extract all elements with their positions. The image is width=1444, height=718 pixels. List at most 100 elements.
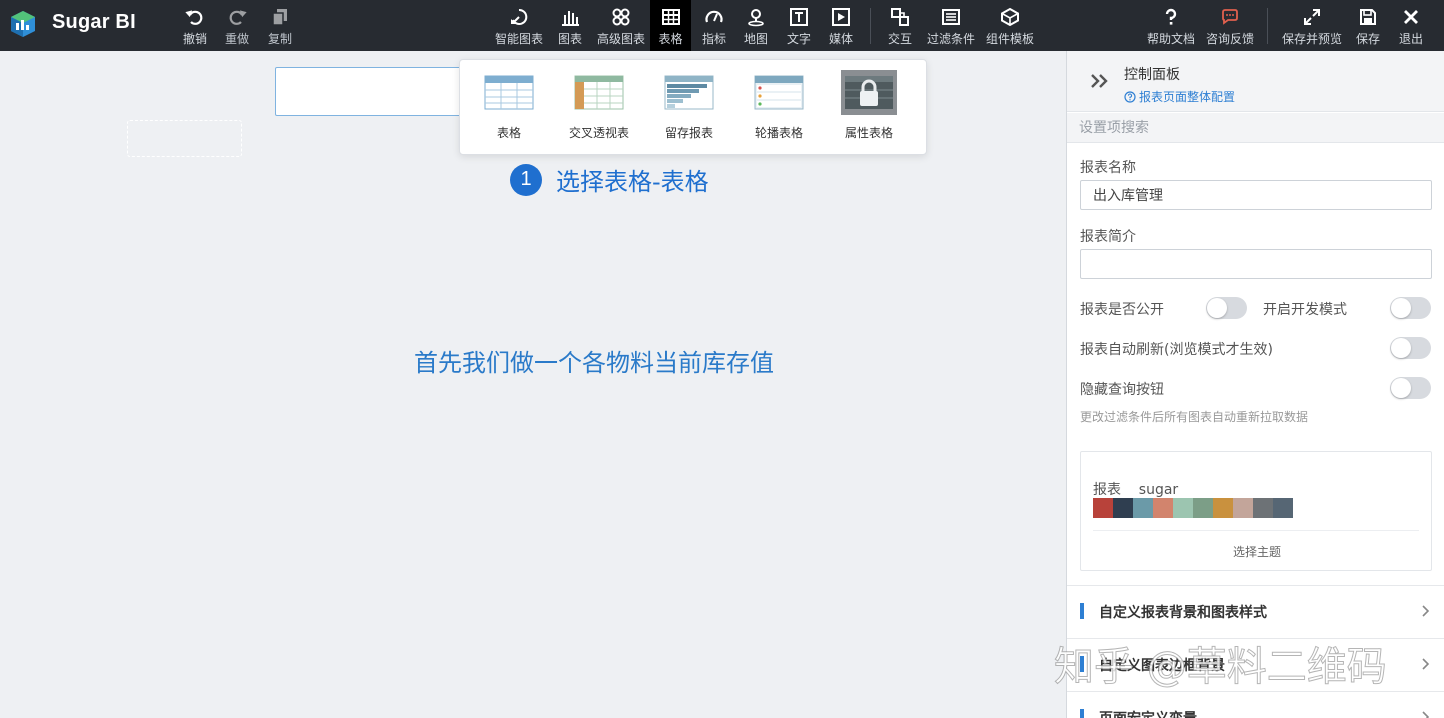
save-preview-label: 保存并预览: [1281, 32, 1342, 46]
settings-search-row: [1067, 113, 1444, 143]
advanced-chart-icon: [612, 8, 630, 26]
feedback-label: 咨询反馈: [1205, 32, 1254, 46]
section-accent-bar: [1080, 656, 1084, 672]
table-type-menu: 表格 交叉透视表 留存报表 轮播表格 属性表格: [459, 59, 927, 155]
pivot-table-thumbnail-icon: [574, 75, 624, 110]
report-name-input[interactable]: [1080, 180, 1432, 210]
filter-button[interactable]: 过滤条件: [926, 0, 976, 51]
locked-attribute-table-icon: [841, 70, 897, 115]
indicator-label: 指标: [701, 32, 726, 46]
section-title: 自定义报表背景和图表样式: [1099, 605, 1267, 621]
table-icon: [661, 9, 680, 25]
section-title: 自定义图表边框背景: [1099, 658, 1225, 674]
carousel-table-thumbnail-icon: [754, 75, 804, 110]
report-desc-input[interactable]: [1080, 249, 1432, 279]
table-button[interactable]: 表格: [650, 0, 691, 51]
theme-color-swatch: [1233, 498, 1253, 518]
settings-search-input[interactable]: [1079, 117, 1419, 139]
section-macro-variables[interactable]: 页面宏定义变量: [1067, 691, 1444, 718]
chevron-right-icon: [1422, 658, 1430, 670]
report-name-label: 报表名称: [1080, 160, 1136, 176]
media-button[interactable]: 媒体: [827, 0, 855, 51]
undo-icon: [185, 10, 203, 25]
public-label: 报表是否公开: [1080, 302, 1164, 318]
table-type-retention[interactable]: 留存报表: [649, 70, 729, 141]
chart-label: 图表: [557, 32, 582, 46]
table-type-attribute[interactable]: 属性表格: [829, 70, 909, 141]
indicator-button[interactable]: 指标: [700, 0, 728, 51]
cube-icon: [1001, 7, 1019, 27]
chart-button[interactable]: 图表: [556, 0, 584, 51]
filter-label: 过滤条件: [926, 32, 975, 46]
bar-chart-icon: [562, 11, 579, 26]
theme-card: 报表 sugar 选择主题: [1080, 451, 1432, 571]
step-annotation: 1 选择表格-表格: [510, 162, 709, 197]
canvas-component-box[interactable]: [275, 67, 465, 116]
gauge-icon: [705, 10, 723, 23]
retention-table-thumbnail-icon: [664, 75, 714, 110]
component-template-button[interactable]: 组件模板: [985, 0, 1035, 51]
report-desc-label: 报表简介: [1080, 229, 1136, 245]
theme-divider: [1093, 530, 1419, 531]
control-panel-header: 控制面板 报表页面整体配置: [1067, 51, 1444, 112]
theme-color-swatch: [1193, 498, 1213, 518]
advanced-chart-button[interactable]: 高级图表: [596, 0, 646, 51]
report-canvas[interactable]: 表格 交叉透视表 留存报表 轮播表格 属性表格 1 选择表格-表格 首先我们做一…: [0, 51, 1066, 718]
save-button[interactable]: 保存: [1354, 0, 1382, 51]
table-type-pivot[interactable]: 交叉透视表: [559, 70, 639, 141]
select-theme-button[interactable]: 选择主题: [1081, 543, 1433, 560]
interaction-label: 交互: [887, 32, 912, 46]
double-chevron-right-icon[interactable]: [1089, 70, 1111, 92]
table-type-table[interactable]: 表格: [469, 70, 549, 141]
step-text: 选择表格-表格: [556, 168, 709, 196]
page-config-link[interactable]: 报表页面整体配置: [1124, 88, 1235, 105]
table-type-label: 交叉透视表: [568, 126, 629, 140]
expand-icon: [1304, 9, 1320, 25]
step-number-badge: 1: [510, 163, 542, 196]
hide-query-hint: 更改过滤条件后所有图表自动重新拉取数据: [1080, 410, 1309, 424]
chevron-right-icon: [1422, 711, 1430, 718]
section-background-style[interactable]: 自定义报表背景和图表样式: [1067, 585, 1444, 637]
map-label: 地图: [743, 32, 768, 46]
dev-mode-toggle[interactable]: [1390, 297, 1431, 319]
undo-label: 撤销: [182, 32, 207, 46]
toolbar-divider: [1267, 8, 1268, 44]
theme-color-swatch: [1173, 498, 1193, 518]
app-name: Sugar BI: [52, 11, 136, 33]
section-accent-bar: [1080, 709, 1084, 718]
table-label: 表格: [658, 32, 683, 46]
redo-icon: [229, 10, 247, 25]
theme-color-swatch: [1213, 498, 1233, 518]
question-circle-icon: [1124, 90, 1136, 103]
play-icon: [832, 8, 850, 26]
map-button[interactable]: 地图: [742, 0, 770, 51]
public-toggle[interactable]: [1206, 297, 1247, 319]
help-doc-label: 帮助文档: [1146, 32, 1195, 46]
table-type-carousel[interactable]: 轮播表格: [739, 70, 819, 141]
page-config-link-text: 报表页面整体配置: [1139, 90, 1236, 104]
theme-color-swatches: [1093, 498, 1293, 518]
section-chart-border[interactable]: 自定义图表边框背景: [1067, 638, 1444, 690]
theme-color-swatch: [1133, 498, 1153, 518]
feedback-button[interactable]: 咨询反馈: [1205, 0, 1255, 51]
smart-chart-button[interactable]: 智能图表: [494, 0, 544, 51]
exit-button[interactable]: 退出: [1397, 0, 1425, 51]
theme-color-swatch: [1113, 498, 1133, 518]
media-label: 媒体: [828, 32, 853, 46]
text-button[interactable]: 文字: [785, 0, 813, 51]
auto-refresh-toggle[interactable]: [1390, 337, 1431, 359]
save-preview-button[interactable]: 保存并预览: [1281, 0, 1343, 51]
save-label: 保存: [1355, 32, 1380, 46]
help-doc-button[interactable]: 帮助文档: [1146, 0, 1196, 51]
section-title: 页面宏定义变量: [1099, 708, 1197, 718]
toolbar-divider: [870, 8, 871, 44]
hide-query-toggle[interactable]: [1390, 377, 1431, 399]
redo-button[interactable]: 重做: [223, 0, 251, 51]
canvas-caption: 首先我们做一个各物料当前库存值: [414, 349, 774, 377]
undo-button[interactable]: 撤销: [181, 0, 209, 51]
filter-icon: [942, 9, 960, 25]
copy-button[interactable]: 复制: [266, 0, 294, 51]
interaction-button[interactable]: 交互: [886, 0, 914, 51]
hide-query-label: 隐藏查询按钮: [1080, 382, 1164, 398]
drop-placeholder[interactable]: [127, 120, 242, 157]
